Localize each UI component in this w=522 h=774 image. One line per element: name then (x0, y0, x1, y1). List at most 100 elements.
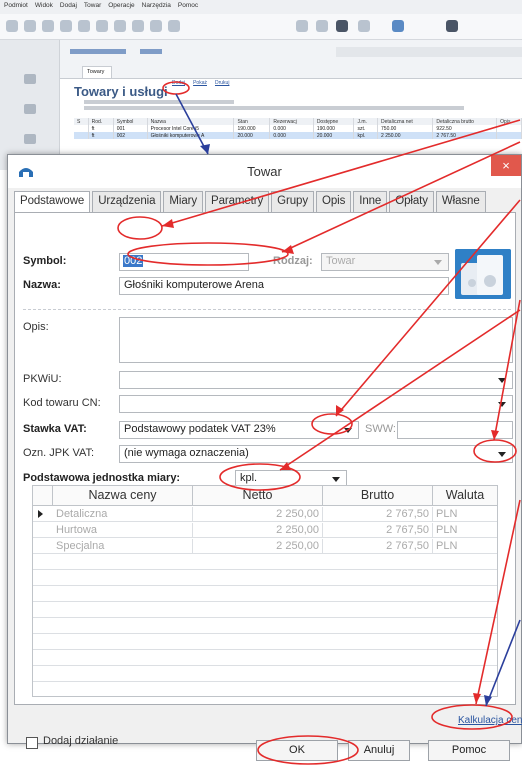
tab-opis[interactable]: Opis (316, 191, 352, 212)
column-header[interactable]: Rezerwacj (269, 118, 314, 125)
toolbar-icon[interactable] (114, 20, 126, 32)
toolbar-icon[interactable] (336, 20, 348, 32)
bg-sidebar-item[interactable] (8, 74, 52, 86)
toolbar-icon[interactable] (60, 20, 72, 32)
tab-parametry[interactable]: Parametry (205, 191, 270, 212)
empty-row (33, 651, 497, 666)
bg-menu-item[interactable]: Pomoc (178, 2, 198, 12)
toolbar-icon[interactable] (132, 20, 144, 32)
column-header[interactable]: Stan (233, 118, 271, 125)
bg-link[interactable] (140, 49, 162, 54)
folder-icon (24, 104, 36, 114)
close-button[interactable]: × (491, 155, 521, 176)
bg-link[interactable] (70, 49, 126, 54)
table-cell: 190.000 (313, 125, 355, 132)
column-header[interactable]: Nazwa (147, 118, 235, 125)
chevron-down-icon[interactable] (498, 378, 506, 383)
column-header[interactable]: Opis (496, 118, 522, 125)
column-header-nazwa[interactable]: Nazwa ceny (53, 486, 193, 506)
user-icon[interactable] (392, 20, 404, 32)
column-header[interactable]: Symbol (113, 118, 148, 125)
column-header[interactable]: Detaliczna net (377, 118, 434, 125)
table-cell: 0.000 (269, 125, 314, 132)
toolbar-icon[interactable] (42, 20, 54, 32)
bg-menu-item[interactable]: Operacje (108, 2, 134, 12)
table-cell: Procesor Intel Core i5 (147, 125, 235, 132)
dialog-titlebar[interactable]: Towar × (8, 155, 521, 188)
vat-select[interactable]: Podstawowy podatek VAT 23% (119, 421, 359, 439)
table-row[interactable]: Specjalna 2 250,00 2 767,50 PLN (33, 539, 497, 554)
chevron-down-icon[interactable] (498, 452, 506, 457)
chevron-down-icon[interactable] (332, 477, 340, 482)
toolbar-icon[interactable] (296, 20, 308, 32)
ok-button[interactable]: OK (256, 740, 338, 761)
back-icon[interactable] (6, 20, 18, 32)
bg-sidebar-item[interactable] (8, 134, 52, 146)
empty-row (33, 667, 497, 682)
toolbar-icon[interactable] (78, 20, 90, 32)
cancel-button[interactable]: Anuluj (348, 740, 410, 761)
chevron-down-icon (434, 260, 442, 265)
table-row[interactable]: ft 002 Głośniki komputerowe A 20.000 0.0… (74, 132, 522, 139)
tab-grupy[interactable]: Grupy (271, 191, 314, 212)
rodzaj-label: Rodzaj: (273, 255, 313, 267)
forward-icon[interactable] (24, 20, 36, 32)
bg-menu-item[interactable]: Podmiot (4, 2, 28, 12)
jpk-select[interactable]: (nie wymaga oznaczenia) (119, 445, 513, 463)
toolbar-icon[interactable] (150, 20, 162, 32)
bg-tab-towary[interactable]: Towary (82, 66, 112, 78)
cn-select[interactable] (119, 395, 513, 413)
pkwiu-label: PKWiU: (23, 373, 62, 385)
tab-podstawowe[interactable]: Podstawowe (14, 191, 91, 213)
bg-search-bar[interactable] (336, 47, 522, 57)
rodzaj-value: Towar (326, 255, 356, 267)
tab-inne[interactable]: Inne (353, 191, 388, 212)
column-header-brutto[interactable]: Brutto (323, 486, 433, 506)
bg-menu-item[interactable]: Widok (35, 2, 53, 12)
symbol-input[interactable]: 002 (119, 253, 249, 271)
bg-menu-item[interactable]: Dodaj (60, 2, 77, 12)
pkwiu-select[interactable] (119, 371, 513, 389)
column-header[interactable]: Rod. (88, 118, 114, 125)
empty-row (33, 635, 497, 650)
tab-oplaty[interactable]: Opłaty (389, 191, 434, 212)
bg-action-add[interactable]: Dodaj (172, 80, 185, 86)
toolbar-icon[interactable] (316, 20, 328, 32)
bg-action-show[interactable]: Pokaż (193, 80, 207, 86)
bg-sidebar-item[interactable] (8, 104, 52, 116)
column-header-waluta[interactable]: Waluta (433, 486, 497, 506)
table-row[interactable]: Hurtowa 2 250,00 2 767,50 PLN (33, 523, 497, 538)
bg-action-print[interactable]: Drukuj (215, 80, 229, 86)
toolbar-icon[interactable] (168, 20, 180, 32)
sww-input[interactable] (397, 421, 513, 439)
nazwa-input[interactable]: Głośniki komputerowe Arena (119, 277, 449, 295)
bg-menubar: Podmiot Widok Dodaj Towar Operacje Narzę… (0, 0, 522, 14)
tab-miary[interactable]: Miary (163, 191, 204, 212)
table-row[interactable]: Detaliczna 2 250,00 2 767,50 PLN (33, 507, 497, 522)
table-row[interactable]: ft 001 Procesor Intel Core i5 190.000 0.… (74, 125, 522, 132)
column-header[interactable]: Detaliczna brutto (432, 118, 498, 125)
column-header[interactable]: S (74, 118, 89, 125)
column-header[interactable]: Dostępne (313, 118, 355, 125)
toolbar-icon[interactable] (446, 20, 458, 32)
toolbar-icon[interactable] (358, 20, 370, 32)
table-cell: 2 767.50 (432, 132, 498, 139)
toolbar-icon[interactable] (96, 20, 108, 32)
add-action-checkbox[interactable] (26, 737, 38, 749)
nazwa-label: Nazwa: (23, 279, 61, 291)
bg-toolbar (0, 14, 522, 40)
opis-textarea[interactable] (119, 317, 513, 363)
chevron-down-icon[interactable] (498, 402, 506, 407)
price-waluta: PLN (436, 524, 458, 536)
bg-menu-item[interactable]: Narzędzia (142, 2, 171, 12)
column-header[interactable]: J.m. (353, 118, 379, 125)
tab-urzadzenia[interactable]: Urządzenia (92, 191, 162, 212)
tab-wlasne[interactable]: Własne (435, 191, 486, 212)
bg-menu-item[interactable]: Towar (84, 2, 101, 12)
chevron-down-icon[interactable] (344, 428, 352, 433)
help-button[interactable]: Pomoc (428, 740, 510, 761)
table-cell (74, 132, 89, 139)
jpk-label: Ozn. JPK VAT: (23, 447, 95, 459)
column-header-netto[interactable]: Netto (193, 486, 323, 506)
bg-page-title: Towary i usługi (74, 84, 168, 99)
